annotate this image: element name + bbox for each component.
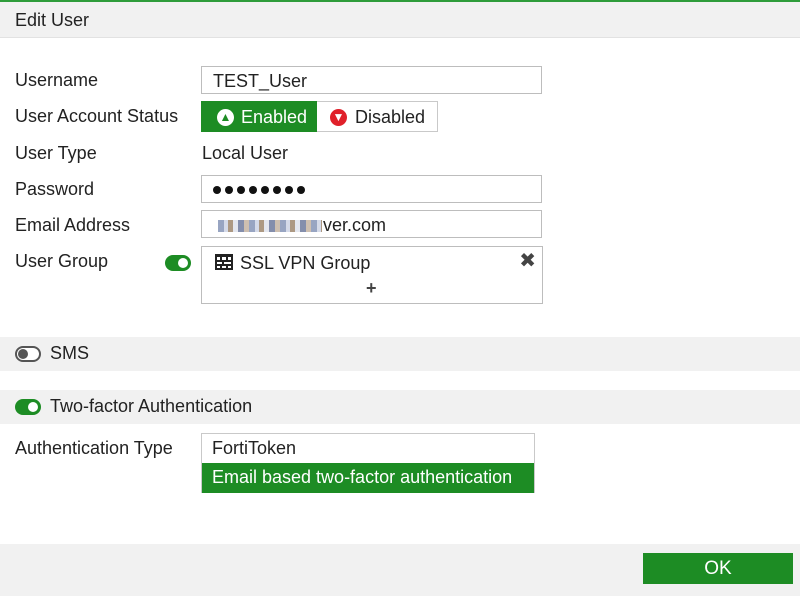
toggle-knob: [18, 349, 28, 359]
authentication-type-label: Authentication Type: [15, 438, 173, 458]
dialog-title: Edit User: [15, 10, 90, 30]
dialog-header: Edit User: [0, 2, 800, 38]
dialog-footer: OK: [0, 544, 800, 596]
password-dot: [261, 186, 269, 195]
user-type-label: User Type: [15, 143, 97, 163]
username-input[interactable]: TEST_User: [201, 66, 542, 94]
password-dot: [225, 186, 233, 195]
auth-option-fortitoken[interactable]: FortiToken: [202, 434, 534, 463]
auth-option-email[interactable]: Email based two-factor authentication: [202, 463, 534, 493]
disabled-label: Disabled: [355, 107, 426, 127]
arrow-down-circle-icon: ▼: [330, 109, 347, 126]
sms-section: SMS: [0, 337, 800, 371]
password-dot: [273, 186, 281, 195]
user-group-select: SSL VPN Group ✖ +: [201, 246, 543, 304]
password-dot: [297, 186, 305, 195]
user-type-value: Local User: [202, 143, 289, 163]
group-item-label: SSL VPN Group: [240, 253, 371, 273]
disabled-button[interactable]: ▼ Disabled: [317, 101, 438, 132]
email-address-label: Email Address: [15, 215, 131, 235]
add-icon[interactable]: +: [366, 279, 377, 297]
toggle-knob: [178, 258, 188, 268]
email-redacted-blur: [218, 220, 322, 232]
password-dot: [237, 186, 245, 195]
group-icon: [215, 254, 233, 270]
password-dot: [213, 186, 221, 195]
auth-option-label: Email based two-factor authentication: [212, 467, 513, 487]
arrow-up-circle-icon: ▲: [217, 109, 234, 126]
email-value-suffix: ver.com: [323, 215, 387, 235]
auth-option-label: FortiToken: [212, 438, 297, 458]
username-label: Username: [15, 70, 99, 90]
password-dot: [285, 186, 293, 195]
toggle-knob: [28, 402, 38, 412]
enabled-label: Enabled: [241, 107, 308, 127]
email-input[interactable]: ver.com: [201, 210, 542, 238]
password-input[interactable]: [201, 175, 542, 203]
user-group-label: User Group: [15, 251, 109, 271]
two-factor-label: Two-factor Authentication: [50, 396, 253, 416]
sms-toggle[interactable]: [15, 346, 41, 362]
username-value: TEST_User: [213, 71, 308, 91]
close-icon[interactable]: ✖: [519, 251, 536, 271]
authentication-type-list: FortiToken Email based two-factor authen…: [201, 433, 535, 493]
two-factor-section: Two-factor Authentication: [0, 390, 800, 424]
sms-label: SMS: [50, 343, 90, 363]
password-dot: [249, 186, 257, 195]
user-group-toggle[interactable]: [165, 255, 191, 271]
ok-button[interactable]: OK: [643, 553, 793, 584]
password-label: Password: [15, 179, 95, 199]
enabled-button[interactable]: ▲ Enabled: [201, 101, 317, 132]
two-factor-toggle[interactable]: [15, 399, 41, 415]
password-mask: [213, 179, 309, 200]
user-account-status-label: User Account Status: [15, 106, 179, 126]
account-status-toggle: ▲ Enabled ▼ Disabled: [201, 101, 438, 132]
